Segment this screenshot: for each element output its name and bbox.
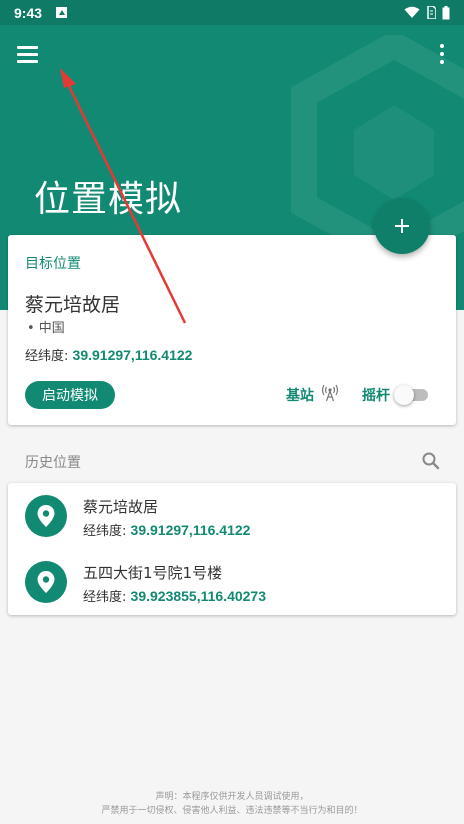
history-item-coordinates: 经纬度: 39.91297,116.4122	[83, 520, 250, 539]
wifi-icon	[404, 6, 420, 18]
more-options-button[interactable]	[432, 41, 452, 67]
history-item[interactable]: 五四大街1号院1号楼 经纬度: 39.923855,116.40273	[8, 549, 456, 615]
target-location-card: 目标位置 蔡元培故居 • 中国 经纬度: 39.91297,116.4122 启…	[8, 235, 456, 425]
history-title: 历史位置	[25, 455, 81, 471]
coord-label: 经纬度:	[83, 524, 127, 539]
history-list: 蔡元培故居 经纬度: 39.91297,116.4122 五四大街1号院1号楼 …	[8, 483, 456, 615]
notification-icon	[56, 7, 68, 18]
base-station-label[interactable]: 基站	[286, 385, 314, 405]
disclaimer-footer: 声明：本程序仅供开发人员调试使用， 严禁用于一切侵权、侵害他人利益、违法违禁等不…	[0, 790, 464, 818]
coord-label: 经纬度:	[25, 349, 69, 364]
target-country: • 中国	[27, 321, 65, 336]
no-sim-icon	[427, 6, 436, 19]
history-item-name: 五四大街1号院1号楼	[83, 564, 223, 582]
coord-value: 39.91297,116.4122	[72, 347, 193, 363]
location-pin-icon	[25, 495, 67, 537]
target-coordinates: 经纬度: 39.91297,116.4122	[25, 345, 192, 364]
location-pin-icon	[25, 561, 67, 603]
coord-value: 39.923855,116.40273	[130, 588, 267, 604]
target-section-label: 目标位置	[25, 256, 81, 272]
more-vert-icon	[440, 44, 444, 48]
search-icon[interactable]	[421, 451, 441, 471]
joystick-toggle[interactable]	[394, 385, 428, 405]
disclaimer-line-1: 声明：本程序仅供开发人员调试使用，	[155, 792, 309, 802]
joystick-label: 摇杆	[362, 388, 390, 404]
cell-tower-icon[interactable]	[321, 384, 339, 402]
toggle-thumb	[394, 385, 414, 405]
history-item-coordinates: 经纬度: 39.923855,116.40273	[83, 586, 266, 605]
add-location-button[interactable]	[374, 198, 430, 254]
menu-icon	[17, 46, 38, 49]
status-bar: 9:43	[0, 0, 464, 25]
disclaimer-line-2: 严禁用于一切侵权、侵害他人利益、违法违禁等不当行为和目的！	[101, 806, 363, 816]
status-time: 9:43	[14, 4, 43, 21]
status-icons	[404, 5, 450, 20]
page-title: 位置模拟	[34, 179, 183, 220]
start-simulation-button[interactable]: 启动模拟	[25, 381, 115, 409]
coord-value: 39.91297,116.4122	[130, 522, 251, 538]
target-place-name: 蔡元培故居	[25, 294, 121, 316]
history-item-name: 蔡元培故居	[83, 498, 159, 516]
menu-button[interactable]	[14, 39, 46, 69]
battery-icon	[442, 5, 450, 19]
history-item[interactable]: 蔡元培故居 经纬度: 39.91297,116.4122	[8, 483, 456, 549]
coord-label: 经纬度:	[83, 590, 127, 605]
